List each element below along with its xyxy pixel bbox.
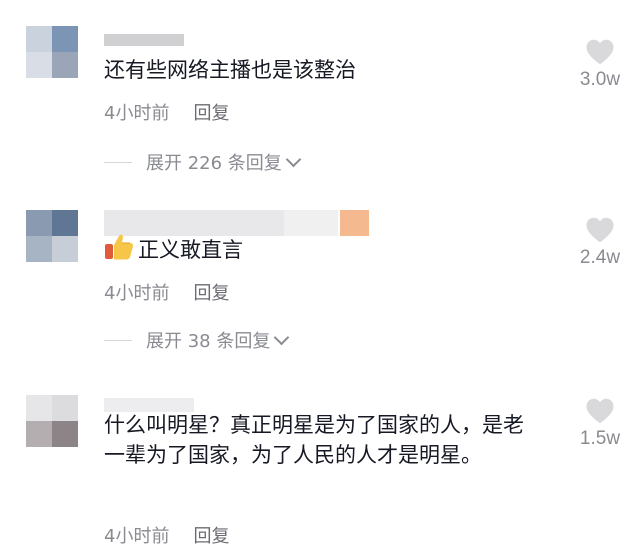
thumbs-up-emoji [104,233,134,269]
username-blurred[interactable] [104,28,184,46]
comment-time: 4小时前 [104,103,170,124]
heart-icon [586,217,614,243]
comment-time: 4小时前 [104,283,170,304]
expand-replies-button[interactable]: 展开 38 条回复 [104,327,290,353]
like-count: 1.5w [579,428,621,449]
avatar[interactable] [26,210,78,262]
heart-icon [586,398,614,424]
reply-button[interactable]: 回复 [193,283,229,304]
divider-line [104,161,132,163]
expand-replies-button[interactable]: 展开 226 条回复 [104,149,302,175]
chevron-down-icon [274,329,290,345]
comment-text-content: 正义敢直言 [138,238,243,262]
like-count: 3.0w [579,69,621,90]
reply-button[interactable]: 回复 [193,526,229,547]
avatar[interactable] [26,26,78,78]
comment-meta: 4小时前 回复 [104,99,229,125]
like-button[interactable]: 3.0w [570,38,630,91]
comment-time: 4小时前 [104,526,170,547]
reply-button[interactable]: 回复 [193,103,229,124]
expand-replies-label: 展开 38 条回复 [146,331,271,352]
comment-text: 正义敢直言 [104,233,544,269]
comment-text: 什么叫明星？真正明星是为了国家的人，是老一辈为了国家，为了人民的人才是明星。 [104,413,524,467]
comment-meta: 4小时前 回复 [104,522,229,548]
like-button[interactable]: 1.5w [570,397,630,450]
like-count: 2.4w [579,247,621,268]
comment-meta: 4小时前 回复 [104,279,229,305]
avatar[interactable] [26,395,78,447]
expand-replies-label: 展开 226 条回复 [146,153,282,174]
comment-text: 还有些网络主播也是该整治 [104,58,356,82]
divider-line [104,339,132,341]
like-button[interactable]: 2.4w [570,216,630,269]
chevron-down-icon [285,151,302,167]
heart-icon [586,39,614,65]
